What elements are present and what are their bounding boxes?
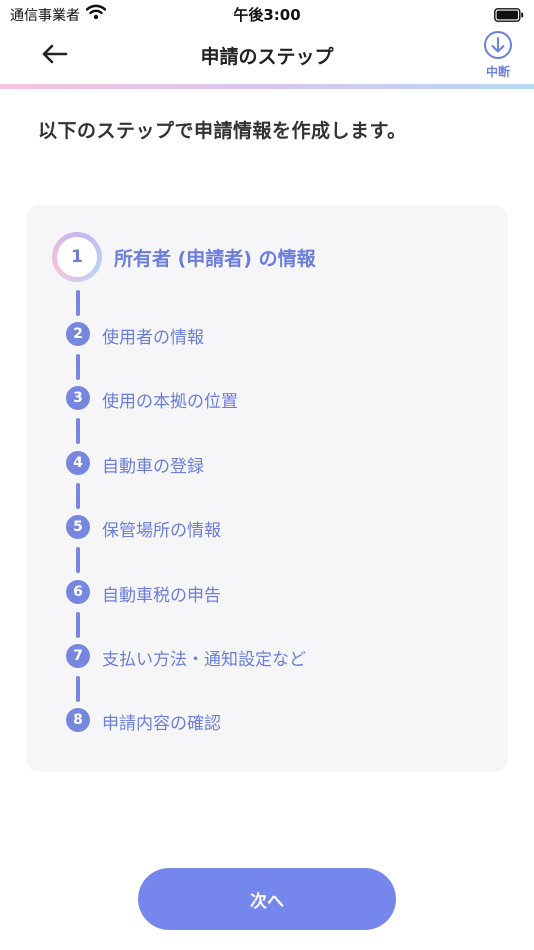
step-number-2: 2 (66, 322, 90, 346)
step-number-4: 4 (66, 451, 90, 475)
step-connector (76, 547, 80, 573)
suspend-button[interactable]: 中断 (476, 30, 520, 82)
battery-icon (494, 7, 524, 26)
step-connector (76, 612, 80, 638)
step-number-5: 5 (66, 515, 90, 539)
step-label-7: 支払い方法・通知設定など (102, 650, 306, 670)
step-label-2: 使用者の情報 (102, 328, 204, 348)
step-number-1: 1 (57, 237, 97, 277)
step-connector (76, 418, 80, 444)
step-label-5: 保管場所の情報 (102, 521, 221, 541)
step-label-4: 自動車の登録 (102, 457, 204, 477)
step-number-3: 3 (66, 386, 90, 410)
status-time: 午後3:00 (233, 6, 301, 24)
suspend-label: 中断 (485, 65, 510, 79)
header-gradient-divider (0, 84, 534, 89)
step-connector (76, 676, 80, 702)
status-bar: 通信事業者 午後3:00 (0, 0, 534, 28)
step-connector (76, 354, 80, 380)
page-title: 申請のステップ (200, 46, 334, 68)
step-number-6: 6 (66, 580, 90, 604)
nav-bar: 申請のステップ 中断 (0, 28, 534, 84)
next-button[interactable]: 次へ (138, 868, 396, 930)
step-label-6: 自動車税の申告 (102, 586, 221, 606)
intro-text: 以下のステップで申請情報を作成します。 (38, 120, 407, 142)
download-circle-icon (484, 31, 512, 59)
step-label-3: 使用の本拠の位置 (102, 392, 238, 412)
step-label-1: 所有者 (申請者) の情報 (114, 248, 316, 270)
steps-card (26, 205, 508, 772)
step-number-7: 7 (66, 644, 90, 668)
step-number-8: 8 (66, 708, 90, 732)
step-label-8: 申請内容の確認 (102, 714, 221, 734)
step-connector (76, 483, 80, 509)
step-connector (76, 290, 80, 316)
